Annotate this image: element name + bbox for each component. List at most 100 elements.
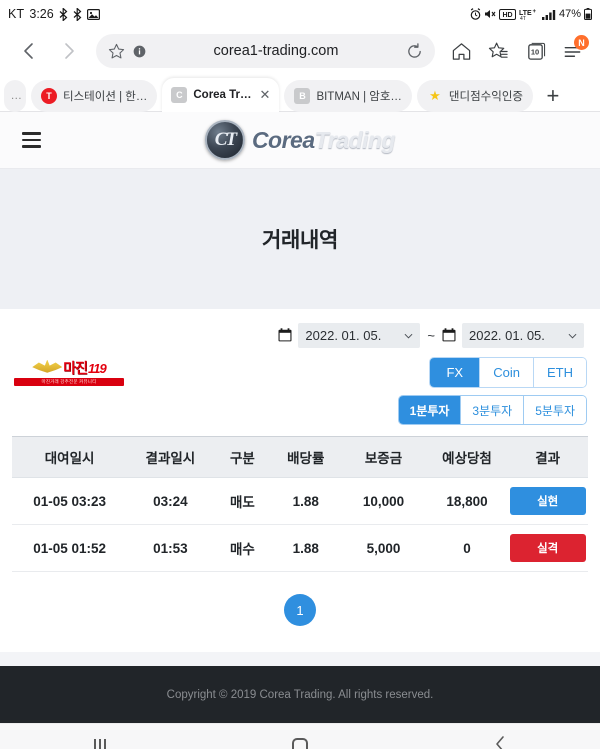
new-tab-button[interactable]: + [538, 80, 568, 112]
date-range-separator: ~ [427, 328, 435, 343]
table-header-row: 대여일시 결과일시 구분 배당률 보증금 예상당첨 결과 [12, 436, 588, 478]
tab-title: Corea Tr… [193, 89, 252, 101]
corea-favicon: C [171, 87, 188, 103]
browser-tab-active[interactable]: C Corea Tr… ✕ [162, 78, 280, 112]
date-from-value: 2022. 01. 05. [305, 328, 382, 343]
site-header: CT CoreaTrading [0, 112, 600, 169]
tistation-favicon: T [41, 88, 57, 104]
bluetooth-icon [73, 7, 82, 21]
cell-rate: 1.88 [271, 524, 341, 572]
status-badge: 실격 [509, 534, 586, 562]
logo-text: CoreaTrading [251, 126, 396, 154]
mute-icon [484, 8, 496, 20]
column-header-expected-payout: 예상당첨 [426, 436, 508, 478]
browser-tab[interactable]: ★ 댄디점수익인증 [416, 80, 533, 112]
duration-tabs-row: 1분투자 3분투자 5분투자 [12, 387, 588, 424]
table-row: 01-05 03:23 03:24 매도 1.88 10,000 18,800 … [12, 477, 588, 525]
browser-tab[interactable]: B BITMAN | 암호… [284, 80, 412, 112]
page-hero: 거래내역 [0, 169, 600, 309]
calendar-icon [278, 327, 292, 344]
bitman-favicon: B [294, 88, 311, 104]
column-header-kind: 구분 [213, 436, 272, 478]
margin119-title-num: 119 [88, 360, 107, 376]
margin119-tagline: 마진거래 강추전문 커뮤니티 [14, 377, 124, 386]
column-header-lend-datetime: 대여일시 [12, 436, 128, 478]
info-icon[interactable] [133, 45, 146, 58]
menu-notification-badge: N [574, 35, 589, 50]
tab-title: BITMAN | 암호… [316, 91, 402, 103]
browser-toolbar: corea1-trading.com 10 N [0, 28, 600, 74]
duration-tab-group: 1분투자 3분투자 5분투자 [398, 396, 586, 424]
market-tab-coin[interactable]: Coin [480, 358, 534, 387]
site-footer: Copyright © 2019 Corea Trading. All righ… [0, 666, 600, 723]
url-bar[interactable]: corea1-trading.com [96, 34, 435, 68]
star-icon[interactable] [108, 43, 125, 60]
android-nav-bar [0, 723, 600, 749]
battery-percent-label: 47% [558, 8, 581, 20]
cell-expected-payout: 18,800 [426, 477, 508, 525]
back-icon [493, 735, 507, 749]
column-header-rate: 배당률 [271, 436, 341, 478]
pagination: 1 [12, 572, 588, 652]
margin119-banner[interactable]: 마진 119 마진거래 강추전문 커뮤니티 [14, 359, 124, 387]
back-button[interactable] [470, 724, 530, 749]
chevron-down-icon [568, 331, 577, 341]
home-icon [292, 738, 308, 749]
browser-menu-button[interactable]: N [554, 33, 590, 69]
market-tab-eth[interactable]: ETH [534, 358, 586, 387]
cell-result: 실현 [507, 477, 588, 525]
home-button[interactable] [443, 33, 479, 69]
logo-primary-text: Corea [251, 126, 315, 153]
tab-count-label: 10 [530, 47, 540, 57]
banner-and-market-tabs-row: 마진 119 마진거래 강추전문 커뮤니티 FX Coin ETH [12, 354, 588, 387]
table-body: 01-05 03:23 03:24 매도 1.88 10,000 18,800 … [12, 477, 588, 572]
clock-label: 3:26 [29, 7, 54, 21]
status-bar-left: KT 3:26 [8, 7, 100, 21]
status-bar-right: HD LTE +4T 47% [470, 8, 592, 20]
eagle-emblem-icon [32, 359, 63, 373]
carrier-label: KT [8, 7, 25, 21]
svg-text:4T: 4T [520, 16, 526, 20]
margin119-banner-top: 마진 119 [32, 359, 107, 378]
logo-secondary-text: Trading [314, 126, 396, 153]
cell-kind: 매수 [213, 524, 272, 572]
cell-result-datetime: 03:24 [127, 477, 214, 525]
duration-tab-1min[interactable]: 1분투자 [398, 396, 462, 424]
recents-button[interactable] [70, 724, 130, 749]
site-logo[interactable]: CT CoreaTrading [204, 120, 396, 160]
tab-title: … [10, 90, 23, 102]
bookmarks-button[interactable] [480, 33, 516, 69]
tab-title: 댄디점수익인증 [448, 91, 523, 103]
battery-icon [584, 8, 592, 20]
calendar-icon [442, 327, 456, 344]
duration-tab-3min[interactable]: 3분투자 [461, 396, 525, 424]
duration-tab-5min[interactable]: 5분투자 [524, 396, 586, 424]
close-icon[interactable]: ✕ [260, 87, 271, 103]
tab-switcher-button[interactable]: 10 [517, 33, 553, 69]
date-range-filter: 2022. 01. 05. ~ 2022. 01. 05. [12, 309, 588, 354]
table-header: 대여일시 결과일시 구분 배당률 보증금 예상당첨 결과 [12, 436, 588, 478]
date-from-select[interactable]: 2022. 01. 05. [298, 323, 421, 348]
date-to-select[interactable]: 2022. 01. 05. [462, 323, 584, 348]
reload-icon[interactable] [406, 42, 423, 60]
url-text[interactable]: corea1-trading.com [154, 43, 398, 59]
page-title: 거래내역 [261, 229, 339, 252]
browser-tab[interactable]: T 티스테이션 | 한… [31, 80, 158, 112]
cell-result-datetime: 01:53 [127, 524, 214, 572]
hd-icon: HD [498, 8, 516, 20]
android-status-bar: KT 3:26 HD LTE +4T 47% [0, 0, 600, 28]
back-button[interactable] [10, 32, 48, 70]
table-row: 01-05 01:52 01:53 매수 1.88 5,000 0 실격 [12, 524, 588, 572]
market-tab-fx[interactable]: FX [430, 358, 481, 387]
home-button[interactable] [270, 724, 330, 749]
signal-icon [541, 9, 556, 20]
column-header-result-datetime: 결과일시 [127, 436, 214, 478]
hamburger-menu-icon[interactable] [0, 132, 52, 148]
pagination-page-1[interactable]: 1 [284, 594, 316, 626]
column-header-deposit: 보증금 [340, 436, 427, 478]
browser-tab[interactable]: … [4, 80, 26, 112]
chevron-down-icon [404, 331, 413, 341]
forward-button[interactable] [50, 32, 88, 70]
status-badge: 실현 [509, 487, 586, 515]
alarm-icon [470, 8, 481, 20]
